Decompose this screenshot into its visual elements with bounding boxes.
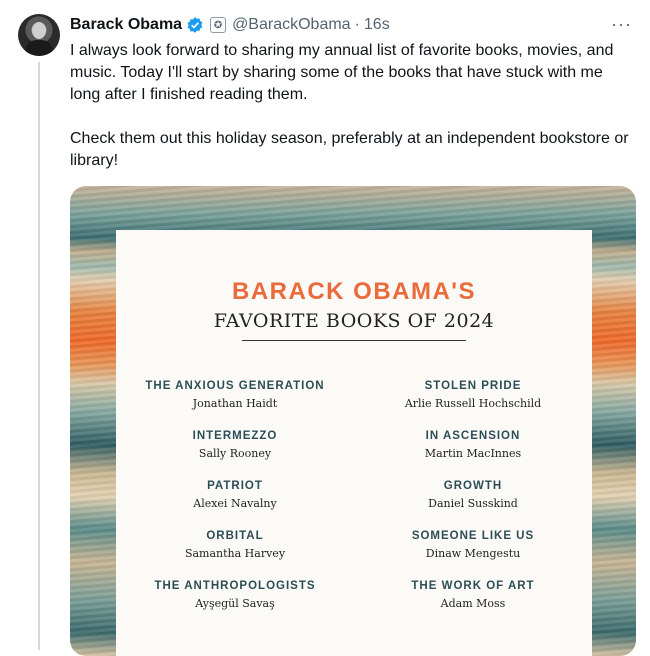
book-title: IN ASCENSION	[425, 430, 521, 442]
book-item: ORBITAL Samantha Harvey	[116, 530, 354, 560]
book-title: ORBITAL	[206, 530, 264, 542]
book-title: THE ANTHROPOLOGISTS	[154, 580, 316, 592]
avatar-head	[32, 22, 46, 39]
title-underline	[242, 340, 466, 341]
tweet-header: Barack Obama ✪ @BarackObama · 16s	[70, 14, 640, 36]
author-name[interactable]: Barack Obama	[70, 16, 182, 34]
card-subtitle: FAVORITE BOOKS OF 2024	[213, 310, 495, 332]
tweet-image[interactable]: BARACK OBAMA'S FAVORITE BOOKS OF 2024 TH…	[70, 186, 636, 656]
book-list-card: BARACK OBAMA'S FAVORITE BOOKS OF 2024 TH…	[116, 230, 592, 656]
book-item: STOLEN PRIDE Arlie Russell Hochschild	[354, 380, 592, 410]
book-title: THE WORK OF ART	[411, 580, 535, 592]
book-author: Samantha Harvey	[184, 547, 286, 560]
book-author: Adam Moss	[440, 597, 506, 610]
avatar-suit	[25, 40, 53, 56]
verified-badge-icon[interactable]	[186, 16, 204, 34]
more-options-icon[interactable]: ···	[611, 14, 632, 35]
book-title: GROWTH	[443, 480, 503, 492]
book-item: GROWTH Daniel Susskind	[354, 480, 592, 510]
book-author: Alexei Navalny	[193, 497, 277, 510]
timestamp[interactable]: 16s	[364, 16, 390, 34]
book-item: THE WORK OF ART Adam Moss	[354, 580, 592, 610]
book-item: INTERMEZZO Sally Rooney	[116, 430, 354, 460]
book-author: Dinaw Mengestu	[425, 547, 521, 560]
book-author: Arlie Russell Hochschild	[404, 397, 542, 410]
tweet-paragraph: I always look forward to sharing my annu…	[70, 42, 614, 103]
author-handle[interactable]: @BarackObama	[232, 16, 351, 34]
book-author: Jonathan Haidt	[192, 397, 278, 410]
tweet-text: I always look forward to sharing my annu…	[70, 40, 630, 194]
book-item: PATRIOT Alexei Navalny	[116, 480, 354, 510]
book-author: Daniel Susskind	[428, 497, 518, 510]
book-title: THE ANXIOUS GENERATION	[145, 380, 325, 392]
book-author: Sally Rooney	[198, 447, 272, 460]
book-item: IN ASCENSION Martin MacInnes	[354, 430, 592, 460]
separator-dot: ·	[354, 16, 360, 33]
book-title: PATRIOT	[207, 480, 263, 492]
book-title: INTERMEZZO	[192, 430, 278, 442]
book-author: Martin MacInnes	[424, 447, 522, 460]
book-item: THE ANXIOUS GENERATION Jonathan Haidt	[116, 380, 354, 410]
book-item: SOMEONE LIKE US Dinaw Mengestu	[354, 530, 592, 560]
book-title: SOMEONE LIKE US	[411, 530, 535, 542]
government-seal-icon[interactable]: ✪	[210, 17, 227, 33]
thread-line	[38, 62, 40, 650]
avatar[interactable]	[18, 14, 60, 56]
book-item: THE ANTHROPOLOGISTS Ayşegül Savaş	[116, 580, 354, 610]
book-title: STOLEN PRIDE	[424, 380, 522, 392]
card-title: BARACK OBAMA'S	[231, 278, 477, 305]
tweet-paragraph: Check them out this holiday season, pref…	[70, 130, 629, 169]
book-author: Ayşegül Savaş	[195, 597, 275, 610]
